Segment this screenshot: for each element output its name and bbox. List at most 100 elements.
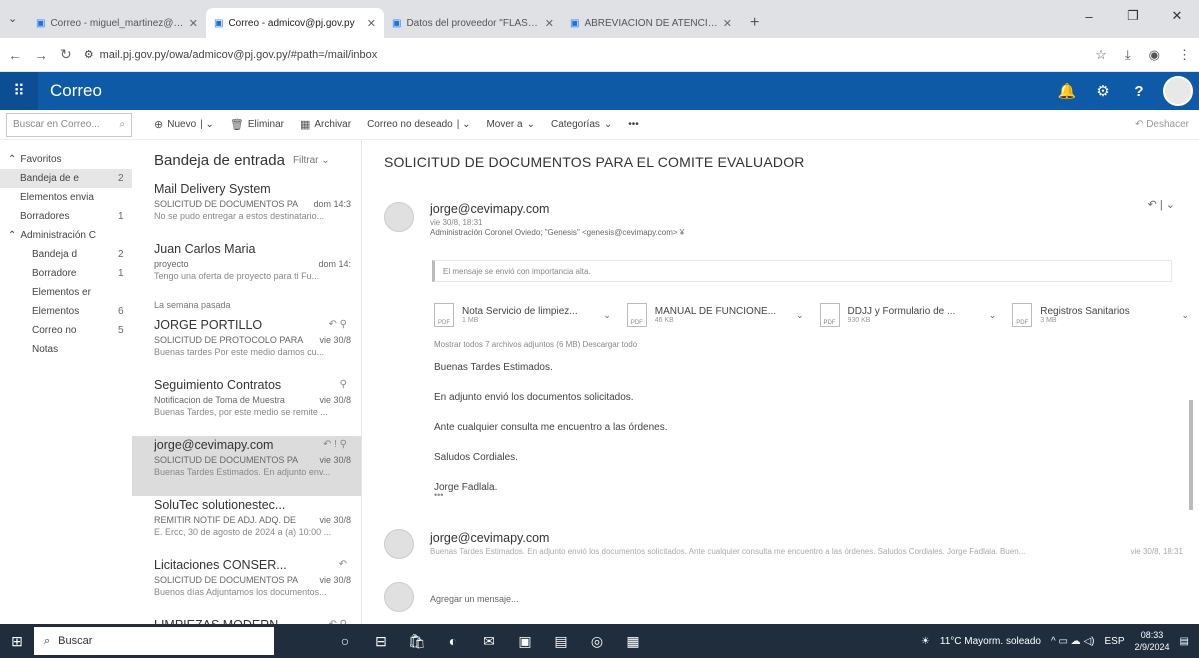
attachment[interactable]: PDF MANUAL DE FUNCIONE... 46 KB ⌄ — [626, 300, 804, 330]
url-field[interactable]: ⚙ mail.pj.gov.py/owa/admicov@pj.gov.py/#… — [84, 48, 1084, 62]
close-tab-icon[interactable]: ✕ — [545, 17, 554, 30]
bookmark-star-icon[interactable]: ☆ — [1095, 47, 1107, 63]
caret-icon[interactable]: ⌃ — [8, 154, 16, 165]
widgets-icon[interactable]: ⊟ — [370, 633, 392, 650]
junk-button[interactable]: Correo no deseado | ⌄ — [359, 119, 478, 130]
windows-start-icon[interactable]: ⊞ — [0, 624, 34, 658]
show-all-attachments-link[interactable]: Mostrar todos 7 archivos adjuntos (6 MB)… — [434, 340, 637, 349]
notifications-bell-icon[interactable]: 🔔 — [1049, 72, 1085, 110]
browser-tab[interactable]: ▣ Correo - miguel_martinez@pj... ✕ — [28, 8, 206, 38]
message-list-item[interactable]: jorge@cevimapy.com SOLICITUD DE DOCUMENTO… — [132, 436, 361, 496]
message-from: SoluTec solutionestec... — [154, 498, 286, 512]
mail-icon[interactable]: ✉ — [478, 633, 500, 650]
delete-button[interactable]: 🗑 Eliminar — [222, 118, 292, 131]
message-subject: Notificacion de Toma de Muestra — [154, 395, 285, 405]
edge-icon[interactable]: ◐ — [442, 633, 464, 650]
folder-item[interactable]: Bandeja d 2 — [0, 245, 132, 264]
message-list-item[interactable]: JORGE PORTILLO SOLICITUD DE PROTOCOLO PAR… — [132, 316, 361, 376]
folder-item[interactable]: Correo no 5 — [0, 321, 132, 340]
folder-item[interactable]: Borradore 1 — [0, 264, 132, 283]
more-commands-button[interactable]: ••• — [620, 119, 647, 130]
forward-icon[interactable]: → — [34, 47, 48, 63]
folder-item[interactable]: Elementos 6 — [0, 302, 132, 321]
browser-tab[interactable]: ▣ Correo - admicov@pj.gov.py ✕ — [206, 8, 384, 38]
chevron-down-icon[interactable]: ⌄ — [603, 310, 611, 321]
caret-icon[interactable]: ⌃ — [8, 230, 16, 241]
chevron-down-icon[interactable]: ⌄ — [989, 310, 997, 321]
taskbar: ⊞ ⌕ Buscar ○ ⊟ 🛍 ◐ ✉ ▣ ▤ ◎ ▦ ☀ 11°C Mayor… — [0, 624, 1199, 658]
undo-button[interactable]: ↶ Deshacer — [1135, 119, 1199, 130]
reply-all-icon[interactable]: ↶ | ⌄ — [1148, 198, 1175, 211]
maximize-icon[interactable]: ❐ — [1111, 0, 1155, 32]
language-indicator[interactable]: ESP — [1104, 636, 1124, 647]
download-icon[interactable]: ⤓ — [1125, 47, 1131, 63]
list-group-header[interactable]: La semana pasada — [132, 300, 361, 316]
message-flag-icons[interactable]: ↶ ⚲ — [329, 319, 347, 330]
message-subject: proyecto — [154, 259, 189, 269]
tab-search-icon[interactable]: ⌄ — [8, 12, 17, 25]
message-flag-icons[interactable]: ⚲ — [340, 379, 347, 390]
clock[interactable]: 08:33 2/9/2024 — [1135, 629, 1170, 653]
app-launcher-icon[interactable]: ⠿ — [0, 72, 38, 110]
folder-item[interactable]: Elementos er — [0, 283, 132, 302]
task-view-icon[interactable]: ○ — [334, 633, 356, 650]
site-info-icon[interactable]: ⚙ — [84, 48, 94, 61]
message-flag-icons[interactable]: ↶ — [339, 559, 347, 570]
new-button[interactable]: ⊕ Nuevo | ⌄ — [146, 118, 222, 131]
weather-text[interactable]: 11°C Mayorm. soleado — [940, 636, 1041, 647]
reload-icon[interactable]: ↻ — [60, 46, 72, 63]
chevron-down-icon[interactable]: ⌄ — [796, 310, 804, 321]
folder-count: 1 — [118, 268, 124, 279]
message-list-item[interactable]: Seguimiento Contratos Notificacion de Tom… — [132, 376, 361, 436]
menu-dots-icon[interactable]: ⋮ — [1178, 47, 1191, 63]
message-list-item[interactable]: Mail Delivery System SOLICITUD DE DOCUMEN… — [132, 180, 361, 240]
close-tab-icon[interactable]: ✕ — [367, 17, 376, 30]
taskbar-search-input[interactable]: ⌕ Buscar — [34, 627, 274, 655]
folder-item[interactable]: ⌃ Administración C — [0, 226, 132, 245]
weather-icon[interactable]: ☀ — [921, 636, 930, 647]
reading-scrollbar[interactable] — [1189, 400, 1193, 510]
back-icon[interactable]: ← — [8, 47, 22, 63]
settings-gear-icon[interactable]: ⚙ — [1085, 72, 1121, 110]
profile-icon[interactable]: ◉ — [1149, 47, 1160, 63]
message-flag-icons[interactable]: ↶ ! ⚲ — [323, 439, 347, 450]
close-tab-icon[interactable]: ✕ — [723, 17, 732, 30]
folder-item[interactable]: Bandeja de e 2 — [0, 169, 132, 188]
new-tab-button[interactable]: + — [740, 14, 769, 38]
search-input[interactable]: Buscar en Correo... ⌕ — [6, 112, 132, 137]
message-list-item[interactable]: LIMPIEZAS MODERN...Documentos Solicitado… — [132, 616, 361, 624]
filter-button[interactable]: Filtrar ⌄ — [293, 155, 330, 166]
categories-button[interactable]: Categorías ⌄ — [543, 119, 620, 130]
browser-tab[interactable]: ▣ ABREVIACION DE ATENCION ... ✕ — [562, 8, 740, 38]
move-to-button[interactable]: Mover a ⌄ — [478, 119, 543, 130]
message-header[interactable]: jorge@cevimapy.com vie 30/8, 18:31 Admin… — [384, 198, 1183, 248]
file-explorer-icon[interactable]: ▤ — [550, 633, 572, 650]
message-list-item[interactable]: SoluTec solutionestec... REMITIR NOTIF DE… — [132, 496, 361, 556]
avatar[interactable] — [1163, 76, 1193, 106]
app-icon[interactable]: ▦ — [622, 633, 644, 650]
chevron-down-icon[interactable]: ⌄ — [1181, 310, 1189, 321]
folder-item[interactable]: ⌃ Favoritos — [0, 150, 132, 169]
reply-box[interactable]: Agregar un mensaje... — [384, 582, 784, 612]
folder-item[interactable]: Elementos envia — [0, 188, 132, 207]
store-icon[interactable]: 🛍 — [406, 633, 428, 650]
attachment[interactable]: PDF Registros Sanitarios 3 MB ⌄ — [1012, 300, 1189, 330]
attachment[interactable]: PDF DDJJ y Formulario de ... 930 KB ⌄ — [819, 300, 997, 330]
browser-tab[interactable]: ▣ Datos del proveedor "FLASH ... ✕ — [384, 8, 562, 38]
tray-icons[interactable]: ^ ▭ ☁ ◁) — [1051, 636, 1095, 647]
close-tab-icon[interactable]: ✕ — [189, 17, 198, 30]
help-icon[interactable]: ? — [1121, 72, 1157, 110]
close-window-icon[interactable]: ✕ — [1155, 0, 1199, 32]
chrome-icon[interactable]: ◎ — [586, 633, 608, 650]
message-list-item[interactable]: Licitaciones CONSER... SOLICITUD DE DOCUM… — [132, 556, 361, 616]
archive-button[interactable]: ▦ Archivar — [292, 118, 359, 131]
second-message[interactable]: jorge@cevimapy.com Buenas Tardes Estimad… — [384, 525, 1183, 565]
notification-center-icon[interactable]: ▤ — [1180, 636, 1189, 647]
attachment[interactable]: PDF Nota Servicio de limpiez... 1 MB ⌄ — [434, 300, 611, 330]
folder-item[interactable]: Notas — [0, 340, 132, 359]
folder-item[interactable]: Borradores 1 — [0, 207, 132, 226]
message-list-item[interactable]: Juan Carlos Maria proyecto dom 14: Tengo un… — [132, 240, 361, 300]
folder-label: Bandeja d — [32, 249, 78, 260]
app-icon[interactable]: ▣ — [514, 633, 536, 650]
minimize-icon[interactable]: – — [1067, 0, 1111, 32]
